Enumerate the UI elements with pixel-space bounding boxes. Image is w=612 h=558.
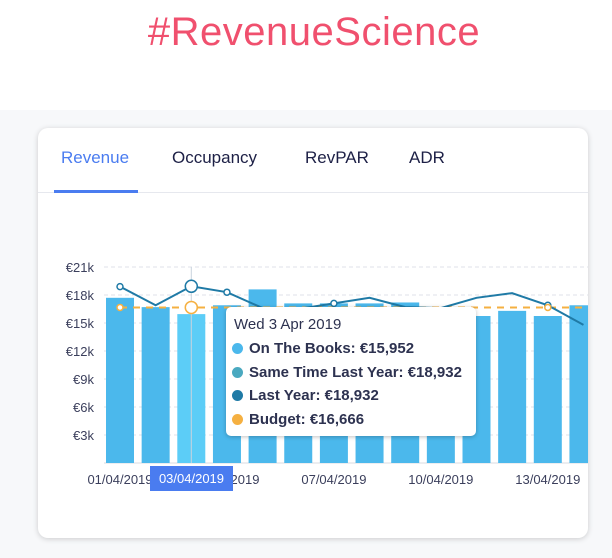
bar — [498, 310, 527, 463]
x-tick-label: 01/04/2019 — [87, 472, 152, 487]
tooltip-text: Same Time Last Year: €18,932 — [249, 364, 462, 381]
tooltip-text: Budget: €16,666 — [249, 411, 365, 428]
tooltip-text: On The Books: €15,952 — [249, 340, 415, 357]
x-tick-label: 13/04/2019 — [515, 472, 580, 487]
legend-dot-icon — [232, 343, 243, 354]
bar — [533, 316, 562, 463]
budget-point — [544, 303, 552, 312]
y-tick-label: €12k — [66, 344, 95, 359]
legend-dot-icon — [232, 390, 243, 401]
tooltip-row-budget: Budget: €16,666 — [232, 411, 364, 428]
bar — [569, 305, 588, 463]
budget-hover-point — [184, 300, 199, 315]
y-tick-label: €3k — [73, 428, 94, 443]
tooltip-row-same-time: Same Time Last Year: €18,932 — [232, 364, 462, 381]
budget-point — [116, 303, 124, 312]
tooltip-title: Wed 3 Apr 2019 — [234, 316, 342, 333]
y-tick-label: €18k — [66, 288, 95, 303]
bar — [106, 297, 134, 463]
y-tick-label: €6k — [73, 400, 94, 415]
last-year-point — [223, 288, 231, 296]
last-year-point — [330, 299, 338, 308]
legend-dot-icon — [232, 367, 243, 378]
tooltip-text: Last Year: €18,932 — [249, 387, 379, 404]
y-tick-label: €21k — [66, 260, 95, 275]
tooltip: Wed 3 Apr 2019 On The Books: €15,952 Sam… — [226, 307, 476, 436]
x-tick-label: 07/04/2019 — [301, 472, 366, 487]
revenue-chart: €3k€6k€9k€12k€15k€18k€21k 01/04/201904/0… — [66, 260, 588, 487]
legend-dot-icon — [232, 414, 243, 425]
last-year-hover-point — [184, 279, 199, 294]
x-tick-label: 10/04/2019 — [408, 472, 473, 487]
bar — [141, 307, 170, 463]
x-highlight-label: 03/04/2019 — [150, 466, 233, 491]
tooltip-row-last-year: Last Year: €18,932 — [232, 387, 379, 404]
last-year-point — [116, 282, 124, 291]
y-tick-label: €9k — [73, 372, 94, 387]
y-tick-label: €15k — [66, 316, 95, 331]
tooltip-row-on-the-books: On The Books: €15,952 — [232, 340, 414, 357]
